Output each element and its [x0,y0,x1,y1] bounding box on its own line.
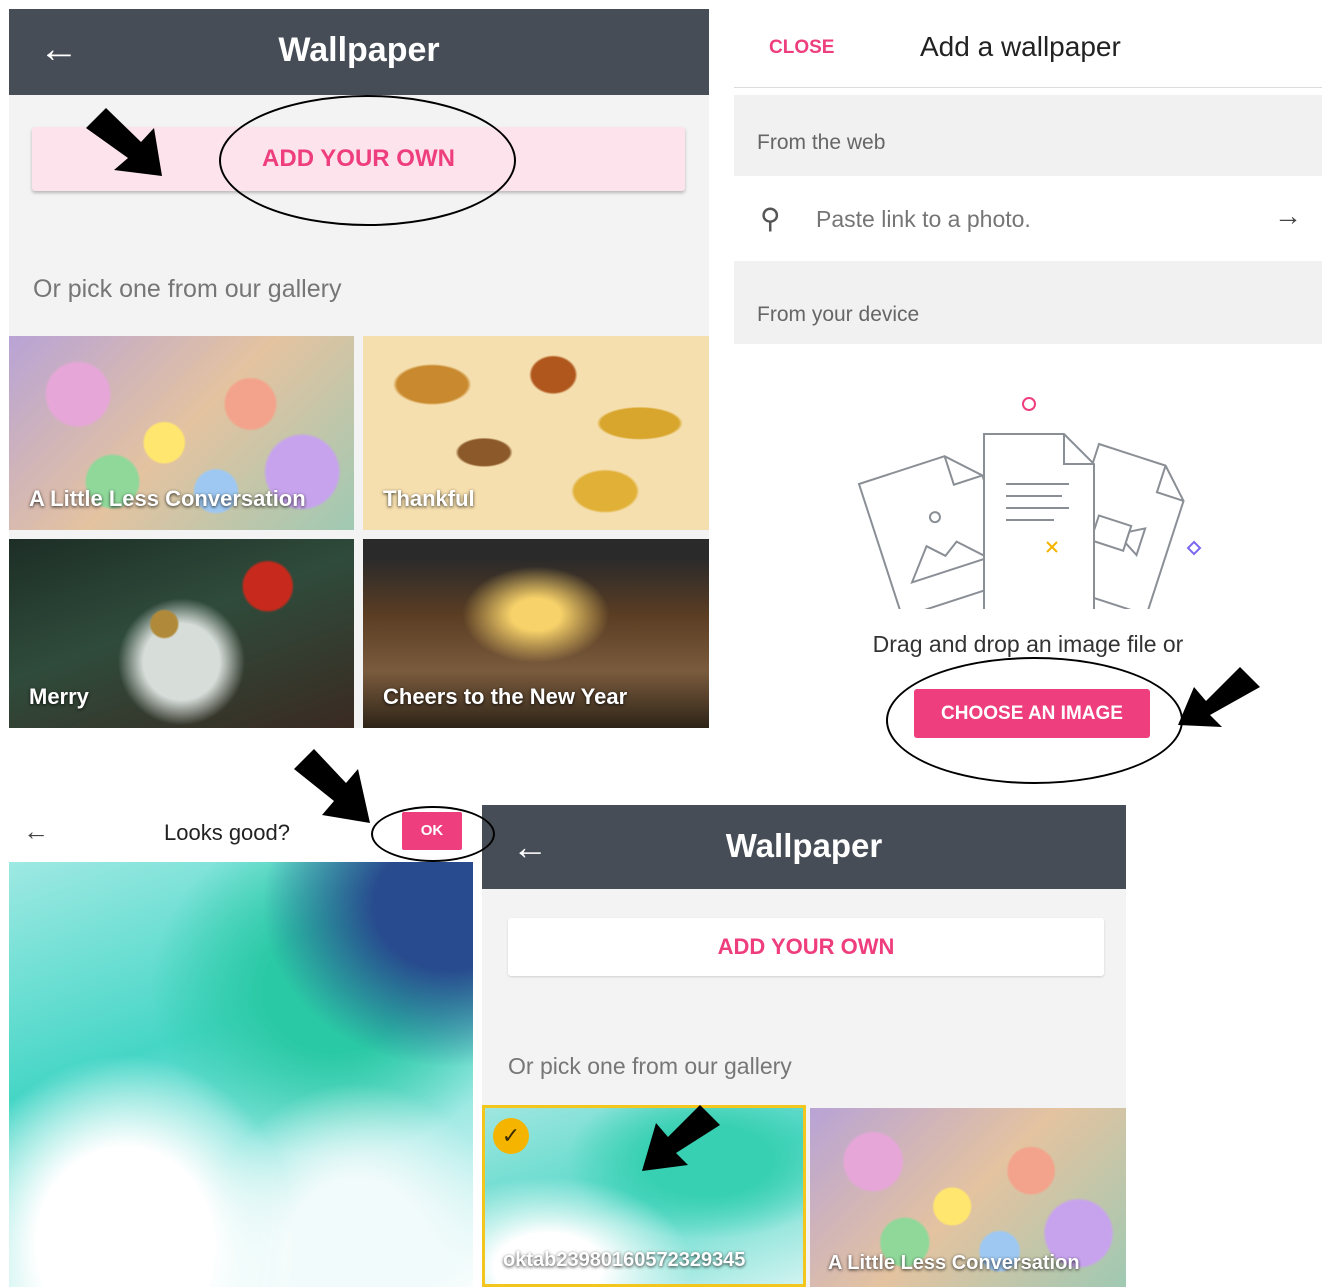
wallpaper-panel-2: ← Wallpaper ADD YOUR OWN Or pick one fro… [482,805,1126,1287]
annotation-ellipse [886,657,1183,784]
app-bar: ← Wallpaper [9,9,709,95]
annotation-ellipse [219,95,516,226]
wallpaper-preview-image [9,862,473,1287]
url-search-row: ⚲ → [734,176,1322,260]
tile-caption: oktab23980160572329345 [503,1249,746,1271]
close-button[interactable]: CLOSE [769,37,834,59]
gallery-tile[interactable]: A Little Less Conversation [9,336,354,530]
preview-title: Looks good? [164,820,290,845]
app-title: Wallpaper [278,31,440,69]
add-your-own-button[interactable]: ADD YOUR OWN [508,918,1104,976]
drag-drop-text: Drag and drop an image file or [872,631,1184,657]
annotation-arrow-icon [642,1105,720,1171]
tile-caption: A Little Less Conversation [29,486,306,511]
search-icon: ⚲ [760,203,781,234]
preview-panel: ← Looks good? OK [9,800,473,1287]
tile-caption: A Little Less Conversation [828,1252,1080,1274]
section-label: From the web [757,131,886,154]
dialog-title: Add a wallpaper [920,31,1121,62]
annotation-arrow-icon [86,108,162,176]
tile-caption: Merry [29,684,89,709]
annotation-ellipse [371,806,495,862]
section-from-web: From the web [734,95,1322,176]
tile-caption: Thankful [383,486,475,511]
section-from-device: From your device [734,261,1322,344]
add-wallpaper-dialog: CLOSE Add a wallpaper From the web ⚲ → F… [734,9,1322,749]
section-label: From your device [757,303,920,326]
divider [734,87,1322,88]
file-illustration-icon [857,397,1202,609]
arrow-right-icon[interactable]: → [1274,200,1302,232]
gallery-label: Or pick one from our gallery [33,275,342,303]
annotation-arrow-icon [294,749,370,823]
gallery-tile[interactable]: Cheers to the New Year [363,539,709,728]
gallery-tile[interactable]: Merry [9,539,354,728]
gallery-tile[interactable]: A Little Less Conversation [810,1108,1126,1287]
tile-caption: Cheers to the New Year [383,684,628,709]
app-title: Wallpaper [725,827,883,864]
checkmark-icon: ✓ [493,1118,529,1154]
app-bar: ← Wallpaper [482,805,1126,889]
annotation-arrow-icon [1178,667,1260,727]
gallery-label: Or pick one from our gallery [508,1053,792,1079]
back-arrow-icon[interactable]: ← [23,816,49,847]
photo-link-input[interactable] [814,201,1238,237]
gallery-tile[interactable]: Thankful [363,336,709,530]
